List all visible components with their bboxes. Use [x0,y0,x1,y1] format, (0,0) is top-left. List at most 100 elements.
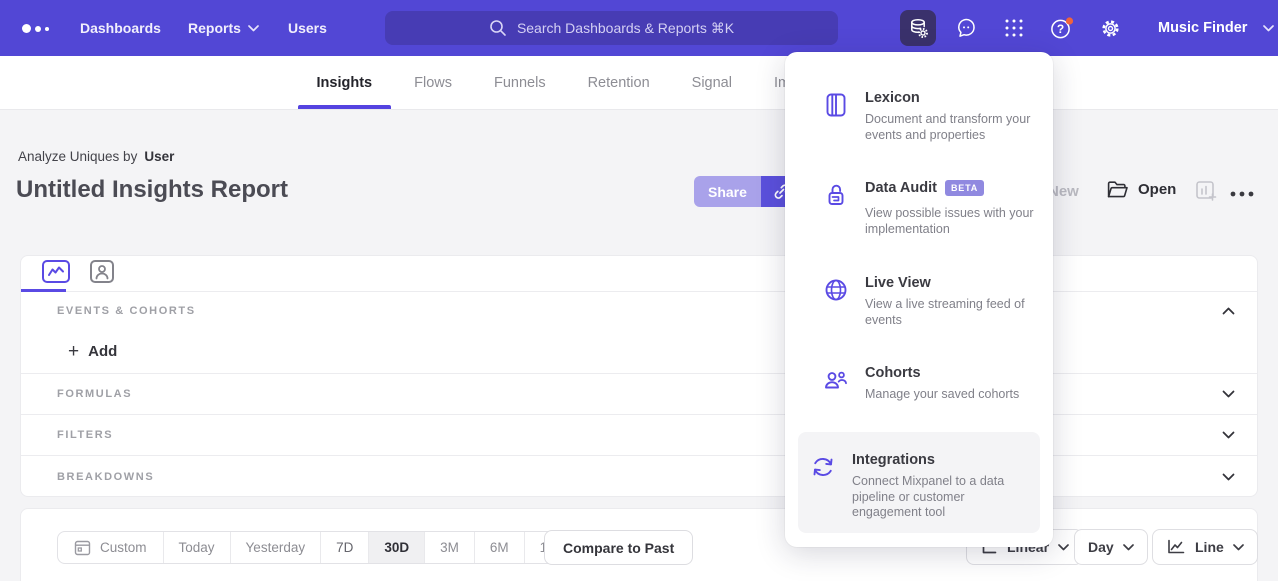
section-filters[interactable]: FILTERS [21,414,1257,455]
chevron-down-icon[interactable] [1222,473,1235,481]
menu-item-title: Live View [865,275,931,291]
range-30d[interactable]: 30D [368,532,424,563]
tab-funnels[interactable]: Funnels [475,56,565,109]
range-3m[interactable]: 3M [424,532,474,563]
menu-item-integrations[interactable]: Integrations Connect Mixpanel to a data … [798,432,1040,533]
speech-bubble-icon [955,17,978,40]
section-label: FILTERS [57,429,113,441]
line-chart-tab-icon [41,259,71,284]
range-label: Yesterday [246,540,306,555]
interval-selector[interactable]: Day [1074,529,1148,565]
tab-label: Insights [317,75,373,91]
settings-button[interactable] [1092,10,1128,46]
menu-item-title: Integrations [852,452,935,468]
workspace-switcher[interactable]: Music Finder [1158,0,1274,56]
range-7d[interactable]: 7D [320,532,368,563]
feedback-button[interactable] [948,10,984,46]
menu-item-live-view[interactable]: Live View View a live streaming feed of … [798,275,1040,328]
chevron-down-icon[interactable] [1222,431,1235,439]
menu-item-desc: Connect Mixpanel to a data pipeline or c… [852,474,1024,521]
range-label: 30D [384,540,409,555]
menu-item-desc: View a live streaming feed of events [865,297,1037,328]
add-label: Add [88,343,117,360]
range-custom[interactable]: Custom [58,532,163,563]
nav-item-users[interactable]: Users [288,0,327,56]
analysis-type-label: Analyze Uniques byUser [18,149,174,164]
compare-to-past-button[interactable]: Compare to Past [544,530,693,565]
chart-add-icon [1195,180,1218,203]
tab-signal[interactable]: Signal [673,56,751,109]
chevron-down-icon [1233,544,1244,551]
section-label: FORMULAS [57,388,132,400]
tab-label: Funnels [494,75,546,91]
gear-icon [1099,17,1122,40]
lock-icon [823,182,849,208]
menu-item-desc: Manage your saved cohorts [865,387,1037,403]
date-range-segmented-control: Custom Today Yesterday 7D 30D 3M 6M 12M [57,531,582,564]
chevron-up-icon[interactable] [1222,307,1235,315]
tab-insights[interactable]: Insights [298,56,392,109]
top-nav: Dashboards Reports Users Search Dashboar… [0,0,1278,56]
chart-toolbar-card: Custom Today Yesterday 7D 30D 3M 6M 12M … [20,508,1258,581]
tab-profiles[interactable] [89,259,115,289]
section-formulas[interactable]: FORMULAS [21,373,1257,414]
section-breakdowns[interactable]: BREAKDOWNS [21,455,1257,497]
menu-item-title: Data Audit [865,180,937,196]
menu-item-title: Lexicon [865,90,920,106]
grid-dots-icon [1003,17,1025,39]
search-icon [489,19,507,37]
help-icon: ? [1049,16,1075,41]
search-input[interactable]: Search Dashboards & Reports ⌘K [385,11,838,45]
sync-icon [810,454,836,480]
nav-item-reports[interactable]: Reports [188,0,259,56]
range-today[interactable]: Today [163,532,230,563]
plus-icon: + [68,342,79,361]
range-6m[interactable]: 6M [474,532,524,563]
chevron-down-icon[interactable] [1222,390,1235,398]
query-builder-card: EVENTS & COHORTS + Add FORMULAS FILTERS … [20,255,1258,497]
section-label: EVENTS & COHORTS [57,305,196,317]
menu-item-cohorts[interactable]: Cohorts Manage your saved cohorts [798,365,1040,403]
range-label: 7D [336,540,353,555]
svg-text:?: ? [1057,22,1064,36]
open-report-button[interactable]: Open [1106,179,1176,200]
beta-badge: BETA [945,180,984,196]
range-label: 6M [490,540,509,555]
section-events-cohorts[interactable]: EVENTS & COHORTS [21,292,1257,330]
nav-item-label: Reports [188,20,241,36]
more-options-button[interactable] [1229,185,1255,203]
tab-label: Flows [414,75,452,91]
globe-icon [823,277,849,303]
add-event-button[interactable]: + Add [68,342,117,361]
database-gear-icon [907,17,930,40]
page-title[interactable]: Untitled Insights Report [16,176,288,204]
chart-type-label: Line [1195,539,1224,555]
range-yesterday[interactable]: Yesterday [230,532,321,563]
open-label: Open [1138,181,1176,198]
tab-label: Signal [692,75,732,91]
menu-item-desc: Document and transform your events and p… [865,112,1037,143]
data-management-button[interactable] [900,10,936,46]
analysis-entity-selector[interactable]: User [144,149,174,164]
tab-metrics-chart[interactable] [41,259,71,289]
nav-item-label: Dashboards [80,20,161,36]
chart-type-selector[interactable]: Line [1152,529,1258,565]
add-to-dashboard-button[interactable] [1195,180,1218,208]
menu-item-data-audit[interactable]: Data Audit BETA View possible issues wit… [798,180,1040,237]
events-add-row: + Add [21,330,1257,373]
help-button[interactable]: ? [1044,10,1080,46]
chevron-down-icon [1058,544,1069,551]
chevron-down-icon [1263,25,1274,32]
nav-item-label: Users [288,20,327,36]
tab-flows[interactable]: Flows [395,56,471,109]
nav-item-dashboards[interactable]: Dashboards [80,0,161,56]
interval-label: Day [1088,539,1114,555]
profile-tab-icon [89,259,115,284]
menu-item-lexicon[interactable]: Lexicon Document and transform your even… [798,90,1040,143]
tab-retention[interactable]: Retention [569,56,669,109]
workspace-name: Music Finder [1158,20,1247,36]
share-button[interactable]: Share [694,176,761,207]
people-icon [823,367,849,393]
apps-grid-button[interactable] [996,10,1032,46]
mixpanel-logo-icon[interactable] [22,24,49,33]
